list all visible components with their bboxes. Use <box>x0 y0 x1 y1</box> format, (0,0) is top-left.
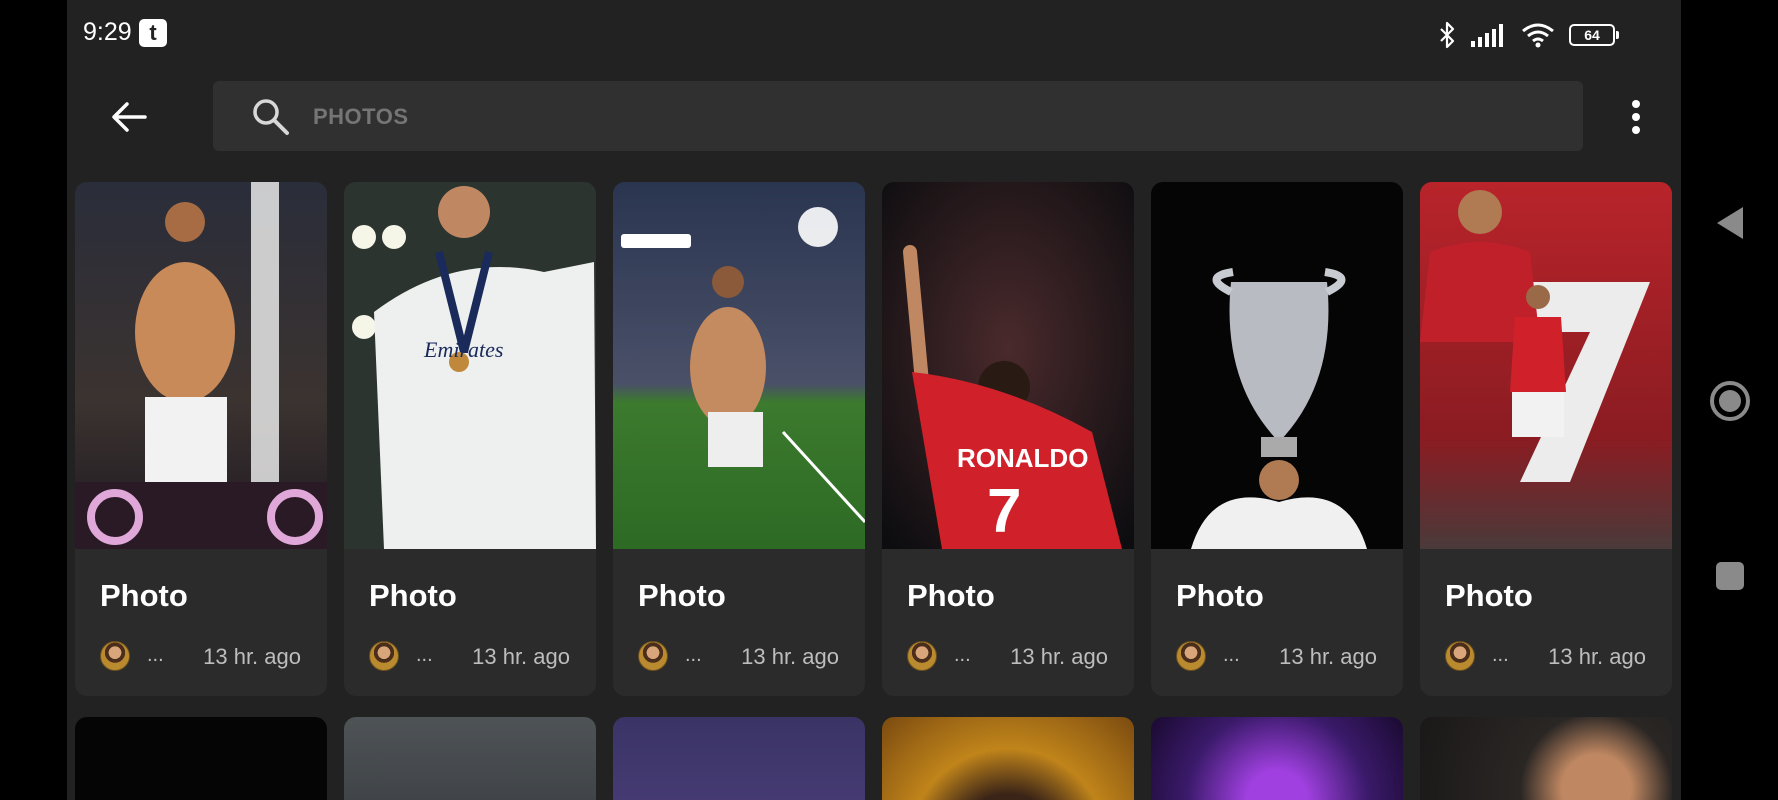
photo-thumbnail <box>613 182 865 549</box>
photo-card[interactable] <box>344 717 596 800</box>
triangle-back-icon <box>1716 207 1743 239</box>
search-icon <box>253 99 289 135</box>
nav-home-button[interactable] <box>1681 378 1778 424</box>
back-button[interactable] <box>101 92 157 142</box>
avatar <box>907 641 937 671</box>
photo-card[interactable]: RONALDO 7 Photo ... 13 hr. ago <box>882 182 1134 696</box>
photo-card[interactable]: Photo ... 13 hr. ago <box>1151 182 1403 696</box>
tumblr-icon: t <box>139 19 167 47</box>
card-author: ... <box>1492 644 1509 666</box>
card-author: ... <box>954 644 971 666</box>
arrow-left-icon <box>112 102 147 132</box>
card-timestamp: 13 hr. ago <box>472 644 570 669</box>
card-timestamp: 13 hr. ago <box>1548 644 1646 669</box>
status-icons: 64 <box>1437 18 1619 52</box>
avatar <box>638 641 668 671</box>
bluetooth-icon <box>1440 21 1455 49</box>
photo-card[interactable] <box>882 717 1134 800</box>
more-vertical-icon <box>1632 100 1640 108</box>
card-title: Photo <box>907 578 995 613</box>
nav-recents-button[interactable] <box>1681 558 1778 594</box>
card-author: ... <box>685 644 702 666</box>
nav-back-button[interactable] <box>1681 200 1778 246</box>
photo-card[interactable]: Emirates Photo ... 13 hr. ago <box>344 182 596 696</box>
card-author: ... <box>1223 644 1240 666</box>
status-time: 9:29 <box>83 18 132 46</box>
search-input[interactable] <box>311 93 1515 141</box>
card-author: ... <box>416 644 433 666</box>
svg-text:7: 7 <box>987 477 1021 546</box>
photo-thumbnail <box>1420 182 1672 549</box>
system-nav-bar <box>1681 0 1778 800</box>
avatar <box>100 641 130 671</box>
card-title: Photo <box>369 578 457 613</box>
card-title: Photo <box>638 578 726 613</box>
photo-thumbnail: RONALDO 7 <box>882 182 1134 549</box>
photo-card[interactable] <box>613 717 865 800</box>
photo-card[interactable] <box>1420 717 1672 800</box>
card-title: Photo <box>1176 578 1264 613</box>
photo-card[interactable] <box>75 717 327 800</box>
card-timestamp: 13 hr. ago <box>741 644 839 669</box>
photo-card[interactable]: Photo ... 13 hr. ago <box>613 182 865 696</box>
card-title: Photo <box>1445 578 1533 613</box>
status-bar: 9:29 t 64 <box>67 0 1681 70</box>
card-timestamp: 13 hr. ago <box>1279 644 1377 669</box>
circle-home-icon <box>1709 381 1750 421</box>
card-title: Photo <box>100 578 188 613</box>
svg-text:Emirates: Emirates <box>423 337 503 362</box>
card-author: ... <box>147 644 164 666</box>
square-recents-icon <box>1715 562 1744 590</box>
wifi-icon <box>1522 23 1554 48</box>
signal-icon <box>1471 24 1503 47</box>
photo-thumbnail <box>75 182 327 549</box>
photo-thumbnail <box>1151 182 1403 549</box>
avatar <box>1445 641 1475 671</box>
avatar <box>1176 641 1206 671</box>
photo-card[interactable] <box>1151 717 1403 800</box>
app-screen: 9:29 t 64 PHOTOS Photo ... 13 hr. ago Em… <box>67 0 1681 800</box>
card-timestamp: 13 hr. ago <box>1010 644 1108 669</box>
svg-text:RONALDO: RONALDO <box>957 443 1088 473</box>
photo-card[interactable]: Photo ... 13 hr. ago <box>75 182 327 696</box>
more-options-button[interactable] <box>1615 92 1657 142</box>
battery-indicator: 64 <box>1569 24 1619 46</box>
card-timestamp: 13 hr. ago <box>203 644 301 669</box>
search-bar[interactable] <box>213 81 1583 151</box>
avatar <box>369 641 399 671</box>
photo-thumbnail: Emirates <box>344 182 596 549</box>
photo-card[interactable]: Photo ... 13 hr. ago <box>1420 182 1672 696</box>
